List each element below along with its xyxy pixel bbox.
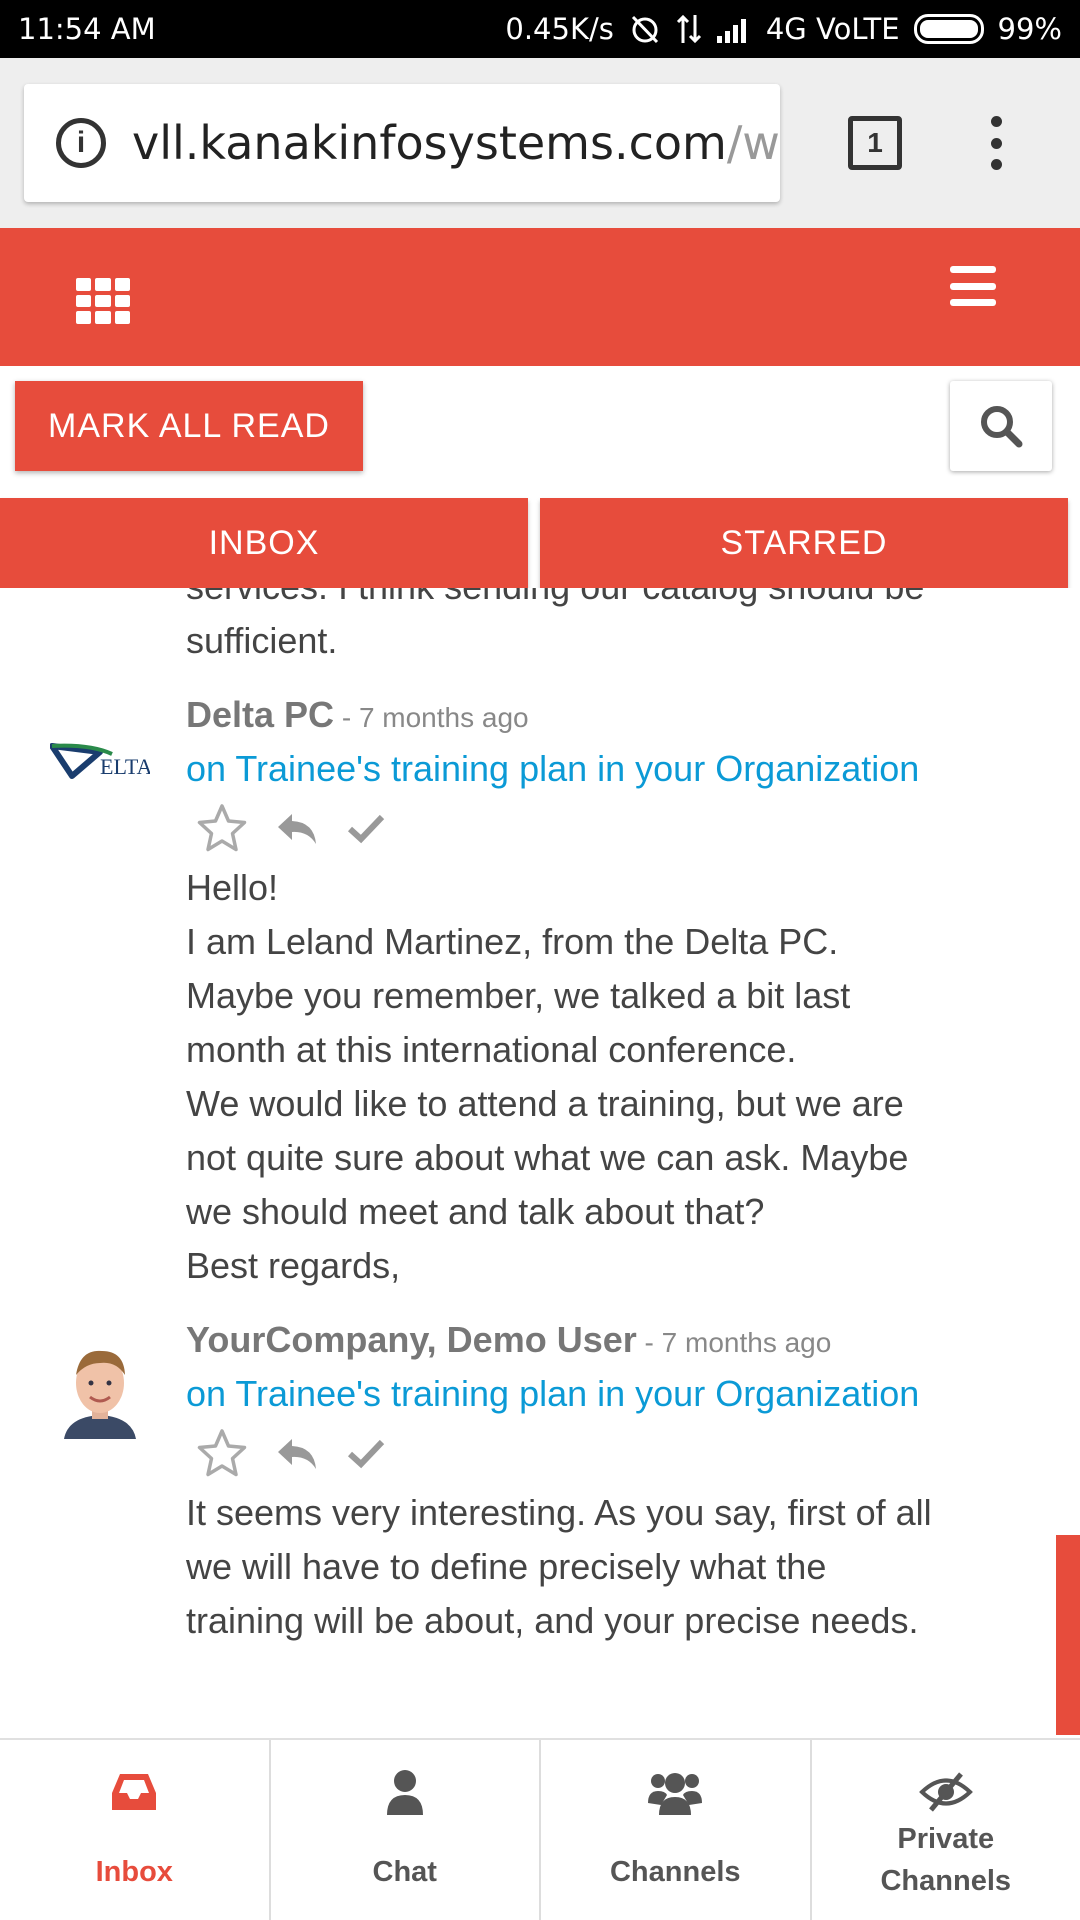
separator: -: [636, 1327, 662, 1358]
record-link[interactable]: on Trainee's training plan in your Organ…: [0, 1368, 1058, 1420]
message-line: month at this international conference.: [186, 1029, 797, 1070]
url-domain: vll.kanakinfosystems.com: [132, 116, 727, 170]
tab-inbox[interactable]: INBOX: [0, 498, 528, 588]
message-item: YourCompany, Demo User - 7 months ago on…: [0, 1293, 1058, 1648]
app-header: [0, 228, 1080, 366]
search-icon: [981, 406, 1023, 448]
reply-icon[interactable]: [274, 1433, 320, 1473]
message-author[interactable]: YourCompany, Demo User: [186, 1319, 637, 1360]
reply-icon[interactable]: [274, 808, 320, 848]
nav-label: Inbox: [95, 1856, 173, 1888]
tab-switcher-button[interactable]: 1: [848, 116, 902, 170]
bottom-navigation: Inbox Chat Channels Private Channels: [0, 1738, 1080, 1920]
message-time: 7 months ago: [358, 702, 529, 733]
message-header: YourCompany, Demo User - 7 months ago: [0, 1315, 1058, 1368]
hamburger-menu-icon[interactable]: [950, 266, 996, 306]
previous-message-tail: services. I think sending our catalog sh…: [0, 588, 1058, 668]
status-right: 0.45K/s 4G VoLTE 99%: [505, 12, 1062, 46]
address-bar[interactable]: i vll.kanakinfosystems.com/w: [24, 84, 780, 202]
signal-icon: [716, 19, 746, 43]
message-time: 7 months ago: [661, 1327, 832, 1358]
nav-label: Chat: [372, 1856, 437, 1888]
star-icon[interactable]: [196, 1428, 248, 1478]
message-line: Maybe you remember, we talked a bit last: [186, 975, 851, 1016]
message-line: I am Leland Martinez, from the Delta PC.: [186, 921, 839, 962]
message-item: ELTA Delta PC - 7 months ago on Trainee'…: [0, 668, 1058, 1293]
net-speed: 0.45K/s: [505, 12, 614, 46]
nav-inbox[interactable]: Inbox: [0, 1740, 271, 1920]
inbox-tray-icon: [112, 1774, 157, 1810]
check-icon[interactable]: [346, 1436, 386, 1470]
network-type: 4G VoLTE: [765, 12, 900, 46]
message-author[interactable]: Delta PC: [186, 694, 334, 735]
message-actions: [0, 795, 1058, 861]
nav-label: Private Channels: [812, 1818, 1080, 1902]
url-path: /w: [726, 116, 780, 170]
search-button[interactable]: [950, 381, 1052, 471]
tab-starred[interactable]: STARRED: [540, 498, 1068, 588]
alarm-off-icon: [631, 15, 658, 44]
tab-count: 1: [867, 127, 883, 158]
info-icon[interactable]: i: [56, 118, 106, 168]
message-list: services. I think sending our catalog sh…: [0, 588, 1080, 1738]
nav-label: Channels: [609, 1856, 741, 1888]
message-line: Best regards,: [186, 1245, 401, 1286]
browser-menu-icon[interactable]: [986, 116, 1006, 170]
nav-chat[interactable]: Chat: [271, 1740, 541, 1920]
delta-pc-logo: ELTA: [49, 743, 153, 779]
status-bar: 11:54 AM 0.45K/s 4G VoLTE 99%: [0, 0, 1080, 58]
apps-grid-icon[interactable]: [76, 278, 130, 324]
url-text[interactable]: vll.kanakinfosystems.com/w: [132, 116, 780, 170]
user-icon: [386, 1770, 423, 1815]
nav-label-line: Channels: [880, 1865, 1012, 1897]
nav-private-channels[interactable]: Private Channels: [812, 1740, 1080, 1920]
message-line: Hello!: [186, 867, 279, 908]
star-icon[interactable]: [196, 803, 248, 853]
mark-all-read-button[interactable]: MARK ALL READ: [15, 381, 363, 471]
scrollbar-thumb[interactable]: [1056, 1535, 1080, 1735]
message-body: It seems very interesting. As you say, f…: [0, 1486, 1058, 1648]
avatar[interactable]: ELTA: [49, 714, 153, 814]
users-group-icon: [648, 1773, 703, 1815]
svg-text:ELTA: ELTA: [100, 754, 150, 779]
message-actions: [0, 1420, 1058, 1486]
message-line: services. I think sending our catalog sh…: [186, 588, 1038, 614]
message-line: It seems very interesting. As you say, f…: [186, 1492, 932, 1533]
battery-icon: [913, 14, 984, 44]
avatar[interactable]: [50, 1339, 150, 1439]
record-link[interactable]: on Trainee's training plan in your Organ…: [0, 743, 1058, 795]
message-line: sufficient.: [186, 620, 338, 661]
message-body: Hello! I am Leland Martinez, from the De…: [0, 861, 1058, 1293]
separator: -: [334, 702, 359, 733]
nav-label-line: Private: [897, 1823, 995, 1855]
battery-level: 99%: [997, 12, 1062, 46]
message-header: Delta PC - 7 months ago: [0, 690, 1058, 743]
message-line: we will have to define precisely what th…: [186, 1546, 827, 1587]
check-icon[interactable]: [346, 811, 386, 845]
mailbox-tabs: INBOX STARRED: [0, 498, 1080, 588]
inbox-toolbar: MARK ALL READ: [0, 366, 1080, 496]
browser-toolbar: i vll.kanakinfosystems.com/w 1: [0, 58, 1080, 228]
message-line: training will be about, and your precise…: [186, 1600, 919, 1641]
user-photo: [64, 1350, 136, 1439]
message-line: We would like to attend a training, but …: [186, 1083, 904, 1124]
nav-channels[interactable]: Channels: [541, 1740, 812, 1920]
eye-slash-icon: [918, 1772, 973, 1812]
data-arrows-icon: [676, 14, 701, 44]
message-line: we should meet and talk about that?: [186, 1191, 765, 1232]
status-time: 11:54 AM: [18, 12, 156, 46]
message-line: not quite sure about what we can ask. Ma…: [186, 1137, 909, 1178]
